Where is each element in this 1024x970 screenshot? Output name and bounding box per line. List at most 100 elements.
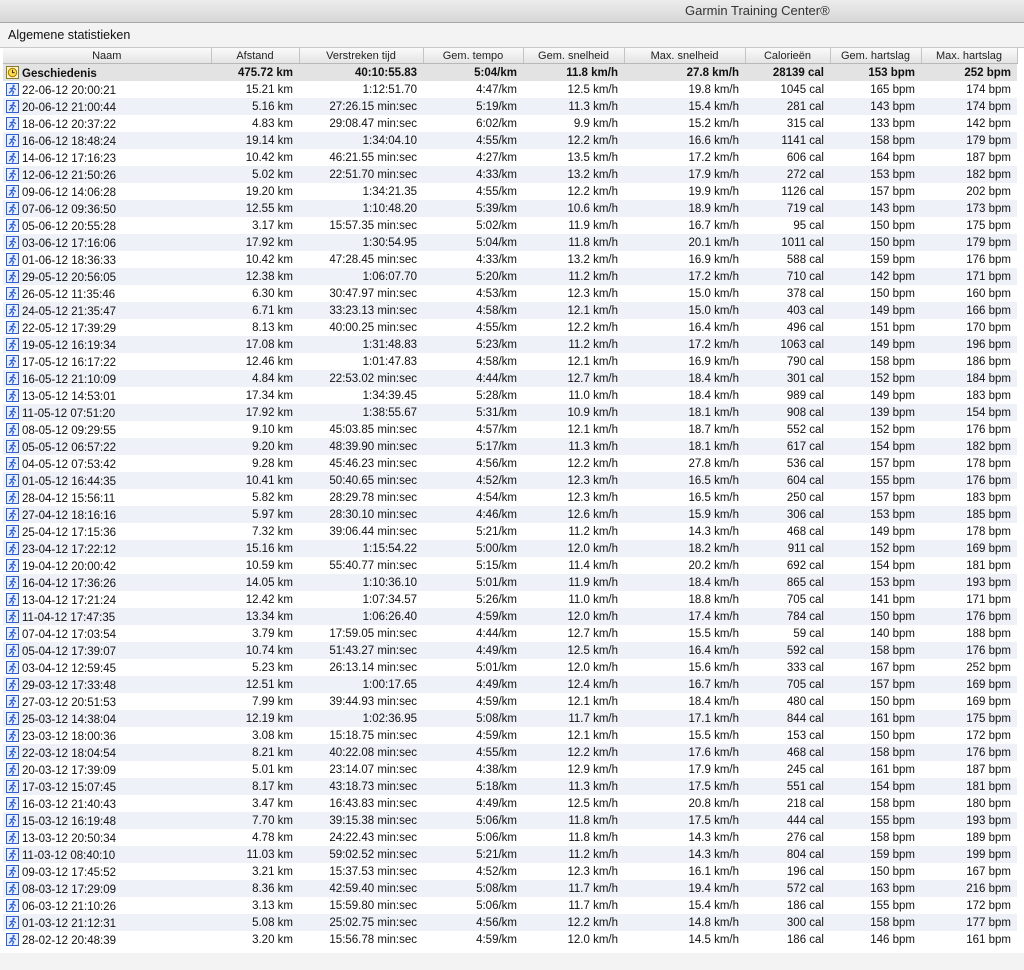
activity-row[interactable]: 18-06-12 20:37:22 4.83 km 29:08.47 min:sec… (3, 115, 1017, 132)
activity-row[interactable]: 16-05-12 21:10:09 4.84 km 22:53.02 min:sec… (3, 370, 1017, 387)
cell-max-heart-rate: 196 bpm (921, 336, 1017, 353)
cell-avg-heart-rate: 146 bpm (830, 931, 921, 948)
activity-name-cell: 17-05-12 16:17:22 (3, 353, 211, 370)
activity-row[interactable]: 05-06-12 20:55:28 3.17 km 15:57.35 min:sec… (3, 217, 1017, 234)
cell-max-heart-rate: 176 bpm (921, 744, 1017, 761)
activity-row[interactable]: 24-05-12 21:35:47 6.71 km 33:23.13 min:sec… (3, 302, 1017, 319)
cell-avg-speed: 12.7 km/h (523, 625, 624, 642)
activity-row[interactable]: 23-04-12 17:22:12 15.16 km 1:15:54.22 5:00/… (3, 540, 1017, 557)
col-header-distance[interactable]: Afstand (211, 48, 300, 64)
activity-row[interactable]: 17-05-12 16:17:22 12.46 km 1:01:47.83 4:58/… (3, 353, 1017, 370)
activity-name-cell: 07-04-12 17:03:54 (3, 625, 211, 642)
col-header-calories[interactable]: Calorieën (745, 48, 831, 64)
activity-name-cell: 27-03-12 20:51:53 (3, 693, 211, 710)
col-header-avg-pace[interactable]: Gem. tempo (423, 48, 524, 64)
activity-row[interactable]: 16-03-12 21:40:43 3.47 km 16:43.83 min:sec… (3, 795, 1017, 812)
cell-max-speed: 16.7 km/h (624, 217, 745, 234)
activity-row[interactable]: 13-03-12 20:50:34 4.78 km 24:22.43 min:sec… (3, 829, 1017, 846)
activity-row[interactable]: 06-03-12 21:10:26 3.13 km 15:59.80 min:sec… (3, 897, 1017, 914)
activity-row[interactable]: 13-04-12 17:21:24 12.42 km 1:07:34.57 5:26/… (3, 591, 1017, 608)
activity-row[interactable]: 22-06-12 20:00:21 15.21 km 1:12:51.70 4:47/… (3, 81, 1017, 98)
activity-row[interactable]: 22-03-12 18:04:54 8.21 km 40:22.08 min:sec… (3, 744, 1017, 761)
activity-row[interactable]: 25-04-12 17:15:36 7.32 km 39:06.44 min:sec… (3, 523, 1017, 540)
activity-row[interactable]: 12-06-12 21:50:26 5.02 km 22:51.70 min:sec… (3, 166, 1017, 183)
activity-row[interactable]: 07-06-12 09:36:50 12.55 km 1:10:48.20 5:39/… (3, 200, 1017, 217)
activity-row[interactable]: 20-03-12 17:39:09 5.01 km 23:14.07 min:sec… (3, 761, 1017, 778)
activity-row[interactable]: 07-04-12 17:03:54 3.79 km 17:59.05 min:sec… (3, 625, 1017, 642)
activity-row[interactable]: 28-04-12 15:56:11 5.82 km 28:29.78 min:sec… (3, 489, 1017, 506)
cell-max-heart-rate: 179 bpm (921, 234, 1017, 251)
cell-elapsed-time: 26:13.14 min:sec (299, 659, 423, 676)
activity-row[interactable]: 14-06-12 17:16:23 10.42 km 46:21.55 min:se… (3, 149, 1017, 166)
cell-calories: 552 cal (745, 421, 830, 438)
activity-row[interactable]: 05-05-12 06:57:22 9.20 km 48:39.90 min:sec… (3, 438, 1017, 455)
activity-name-cell: 13-05-12 14:53:01 (3, 387, 211, 404)
activity-row[interactable]: 03-04-12 12:59:45 5.23 km 26:13.14 min:sec… (3, 659, 1017, 676)
activity-name-cell: 01-03-12 21:12:31 (3, 914, 211, 931)
activity-row[interactable]: 01-05-12 16:44:35 10.41 km 50:40.65 min:se… (3, 472, 1017, 489)
cell-max-speed: 17.2 km/h (624, 336, 745, 353)
activity-row[interactable]: 16-06-12 18:48:24 19.14 km 1:34:04.10 4:55/… (3, 132, 1017, 149)
cell-elapsed-time: 59:02.52 min:sec (299, 846, 423, 863)
col-header-name[interactable]: Naam (3, 48, 212, 64)
activity-date: 29-05-12 20:56:05 (22, 271, 116, 284)
activity-row[interactable]: 28-02-12 20:48:39 3.20 km 15:56.78 min:sec… (3, 931, 1017, 948)
cell-max-heart-rate: 176 bpm (921, 421, 1017, 438)
cell-avg-heart-rate: 154 bpm (830, 557, 921, 574)
activity-row[interactable]: 03-06-12 17:16:06 17.92 km 1:30:54.95 5:04/… (3, 234, 1017, 251)
cell-elapsed-time: 1:31:48.83 (299, 336, 423, 353)
cell-avg-heart-rate: 150 bpm (830, 863, 921, 880)
activity-row[interactable]: 04-05-12 07:53:42 9.28 km 45:46.23 min:sec… (3, 455, 1017, 472)
cell-elapsed-time: 39:44.93 min:sec (299, 693, 423, 710)
col-header-max-heart-rate[interactable]: Max. hartslag (921, 48, 1018, 64)
activity-row[interactable]: 17-03-12 15:07:45 8.17 km 43:18.73 min:sec… (3, 778, 1017, 795)
activity-row[interactable]: 11-05-12 07:51:20 17.92 km 1:38:55.67 5:31/… (3, 404, 1017, 421)
activity-row[interactable]: 05-04-12 17:39:07 10.74 km 51:43.27 min:se… (3, 642, 1017, 659)
cell-max-speed: 19.9 km/h (624, 183, 745, 200)
activity-row[interactable]: 11-03-12 08:40:10 11.03 km 59:02.52 min:se… (3, 846, 1017, 863)
activity-row[interactable]: 25-03-12 14:38:04 12.19 km 1:02:36.95 5:08/… (3, 710, 1017, 727)
activity-row[interactable]: 09-03-12 17:45:52 3.21 km 15:37.53 min:sec… (3, 863, 1017, 880)
col-header-avg-heart-rate[interactable]: Gem. hartslag (830, 48, 922, 64)
activity-row[interactable]: 29-05-12 20:56:05 12.38 km 1:06:07.70 5:20/… (3, 268, 1017, 285)
cell-elapsed-time: 45:46.23 min:sec (299, 455, 423, 472)
activity-row[interactable]: 22-05-12 17:39:29 8.13 km 40:00.25 min:sec… (3, 319, 1017, 336)
activity-row[interactable]: 01-03-12 21:12:31 5.08 km 25:02.75 min:sec… (3, 914, 1017, 931)
activity-row[interactable]: 09-06-12 14:06:28 19.20 km 1:34:21.35 4:55/… (3, 183, 1017, 200)
cell-max-heart-rate: 193 bpm (921, 574, 1017, 591)
cell-max-speed: 14.8 km/h (624, 914, 745, 931)
cell-distance: 3.21 km (211, 863, 299, 880)
running-icon (6, 711, 19, 725)
cell-avg-speed: 11.2 km/h (523, 523, 624, 540)
cell-distance: 4.83 km (211, 115, 299, 132)
activity-name-cell: 08-03-12 17:29:09 (3, 880, 211, 897)
summary-row[interactable]: Geschiedenis 475.72 km 40:10:55.83 5:04/… (3, 63, 1017, 81)
activity-row[interactable]: 23-03-12 18:00:36 3.08 km 15:18.75 min:sec… (3, 727, 1017, 744)
activity-row[interactable]: 11-04-12 17:47:35 13.34 km 1:06:26.40 4:59/… (3, 608, 1017, 625)
activity-row[interactable]: 13-05-12 14:53:01 17.34 km 1:34:39.45 5:28/… (3, 387, 1017, 404)
activity-row[interactable]: 26-05-12 11:35:46 6.30 km 30:47.97 min:sec… (3, 285, 1017, 302)
col-header-max-speed[interactable]: Max. snelheid (624, 48, 746, 64)
activity-row[interactable]: 08-05-12 09:29:55 9.10 km 45:03.85 min:sec… (3, 421, 1017, 438)
activity-row[interactable]: 20-06-12 21:00:44 5.16 km 27:26.15 min:sec… (3, 98, 1017, 115)
cell-avg-heart-rate: 157 bpm (830, 489, 921, 506)
summary-name-cell: Geschiedenis (3, 63, 211, 81)
activity-row[interactable]: 08-03-12 17:29:09 8.36 km 42:59.40 min:sec… (3, 880, 1017, 897)
activity-row[interactable]: 16-04-12 17:36:26 14.05 km 1:10:36.10 5:01/… (3, 574, 1017, 591)
running-icon (6, 694, 19, 708)
activity-row[interactable]: 19-05-12 16:19:34 17.08 km 1:31:48.83 5:23/… (3, 336, 1017, 353)
activity-row[interactable]: 29-03-12 17:33:48 12.51 km 1:00:17.65 4:49/… (3, 676, 1017, 693)
col-header-elapsed-time[interactable]: Verstreken tijd (299, 48, 424, 64)
activity-row[interactable]: 15-03-12 16:19:48 7.70 km 39:15.38 min:sec… (3, 812, 1017, 829)
cell-max-speed: 19.8 km/h (624, 81, 745, 98)
activity-row[interactable]: 01-06-12 18:36:33 10.42 km 47:28.45 min:se… (3, 251, 1017, 268)
activity-row[interactable]: 19-04-12 20:00:42 10.59 km 55:40.77 min:se… (3, 557, 1017, 574)
cell-max-speed: 15.6 km/h (624, 659, 745, 676)
activity-name-cell: 25-04-12 17:15:36 (3, 523, 211, 540)
activity-row[interactable]: 27-04-12 18:16:16 5.97 km 28:30.10 min:sec… (3, 506, 1017, 523)
col-header-avg-speed[interactable]: Gem. snelheid (523, 48, 625, 64)
cell-max-speed: 17.6 km/h (624, 744, 745, 761)
activity-row[interactable]: 27-03-12 20:51:53 7.99 km 39:44.93 min:sec… (3, 693, 1017, 710)
cell-avg-heart-rate: 153 bpm (830, 166, 921, 183)
cell-avg-heart-rate: 154 bpm (830, 438, 921, 455)
